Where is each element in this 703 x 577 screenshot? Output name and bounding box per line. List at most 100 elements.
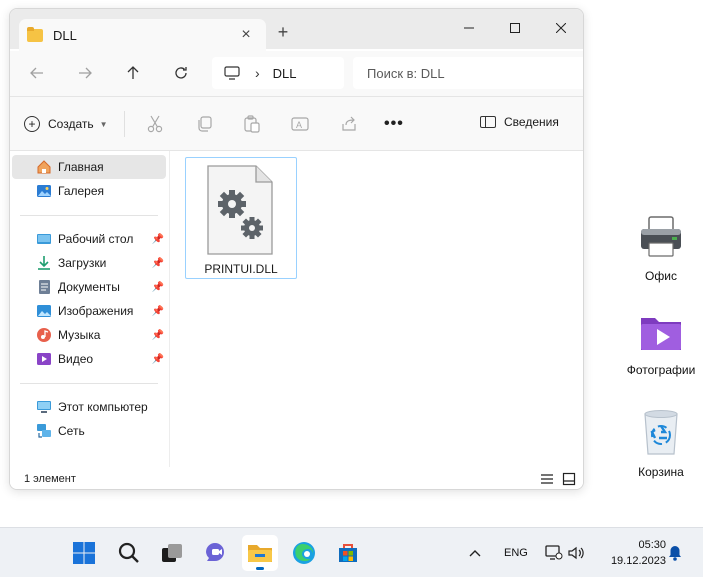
- language-indicator[interactable]: ENG: [504, 528, 528, 577]
- sidebar-item-label: Галерея: [58, 184, 105, 198]
- sidebar-item-label: Рабочий стол: [58, 232, 134, 246]
- sidebar-item-pictures[interactable]: Изображения 📌: [12, 299, 166, 323]
- details-button[interactable]: Сведения: [480, 115, 559, 129]
- edge-button[interactable]: [286, 535, 322, 571]
- pin-icon[interactable]: 📌: [152, 354, 164, 365]
- breadcrumb-segment[interactable]: DLL: [273, 66, 297, 81]
- tiles-view-icon[interactable]: [562, 472, 576, 486]
- time: 05:30: [638, 539, 666, 551]
- volume-status[interactable]: [568, 528, 584, 577]
- up-button[interactable]: [118, 61, 148, 85]
- network-status[interactable]: [545, 528, 563, 577]
- desktop-icon: [37, 234, 51, 244]
- sidebar-item-label: Видео: [58, 352, 94, 366]
- sidebar-divider: [20, 215, 158, 216]
- search-placeholder: Поиск в: DLL: [367, 65, 445, 81]
- task-view-button[interactable]: [154, 535, 190, 571]
- svg-text:A: A: [296, 120, 302, 130]
- forward-button[interactable]: [70, 61, 100, 85]
- sidebar-item-label: Изображения: [58, 304, 134, 318]
- pin-icon[interactable]: 📌: [152, 234, 164, 245]
- sidebar-item-downloads[interactable]: Загрузки 📌: [12, 251, 166, 275]
- printer-icon: [641, 216, 681, 257]
- network-icon: [37, 424, 51, 438]
- breadcrumb[interactable]: › DLL: [212, 57, 344, 89]
- store-button[interactable]: [330, 535, 366, 571]
- sidebar-item-gallery[interactable]: Галерея: [12, 179, 166, 203]
- sidebar-item-label: Главная: [58, 160, 104, 174]
- file-item[interactable]: PRINTUI.DLL: [185, 157, 297, 279]
- sidebar-item-desktop[interactable]: Рабочий стол 📌: [12, 227, 166, 251]
- sidebar-item-this-pc[interactable]: Этот компьютер: [12, 395, 166, 419]
- file-list-area[interactable]: PRINTUI.DLL: [171, 151, 583, 467]
- search-icon: [118, 542, 139, 563]
- sidebar-item-label: Этот компьютер: [58, 400, 148, 414]
- file-name: PRINTUI.DLL: [204, 262, 278, 276]
- speaker-icon: [568, 546, 584, 560]
- arrow-right-icon: [79, 67, 92, 79]
- chat-button[interactable]: [198, 535, 234, 571]
- details-view-icon[interactable]: [540, 472, 554, 486]
- cut-icon: [147, 115, 163, 133]
- refresh-button[interactable]: [166, 61, 196, 85]
- desktop-shortcut-photos[interactable]: Фотографии: [621, 314, 701, 377]
- chat-icon: [206, 543, 224, 561]
- tab-close-icon[interactable]: ×: [236, 25, 256, 45]
- search-button[interactable]: [111, 535, 147, 571]
- file-explorer-window: DLL × + › DLL Поиск в: DLL + Создать ▼ A…: [9, 8, 584, 490]
- address-bar: › DLL Поиск в: DLL: [10, 51, 583, 97]
- search-input[interactable]: Поиск в: DLL: [353, 57, 583, 89]
- rename-button[interactable]: A: [290, 114, 310, 134]
- tab-dll[interactable]: DLL ×: [19, 19, 266, 51]
- download-icon: [38, 256, 50, 270]
- start-button[interactable]: [66, 535, 102, 571]
- pin-icon[interactable]: 📌: [152, 306, 164, 317]
- bell-icon: [669, 546, 681, 561]
- minimize-button[interactable]: [446, 13, 492, 43]
- desktop-shortcut-office[interactable]: Офис: [621, 214, 701, 283]
- pin-icon[interactable]: 📌: [152, 258, 164, 269]
- show-hidden-icons-button[interactable]: [468, 528, 482, 577]
- dll-file-icon: [207, 165, 273, 255]
- active-indicator: [256, 567, 264, 570]
- sidebar-divider: [20, 383, 158, 384]
- pin-icon[interactable]: 📌: [152, 330, 164, 341]
- pin-icon[interactable]: 📌: [152, 282, 164, 293]
- file-explorer-taskbar-button[interactable]: [242, 535, 278, 571]
- sidebar-item-label: Загрузки: [58, 256, 107, 270]
- sidebar-item-home[interactable]: Главная: [12, 155, 166, 179]
- sidebar-item-network[interactable]: Сеть: [12, 419, 166, 443]
- cut-button[interactable]: [145, 114, 165, 134]
- shortcut-label: Фотографии: [626, 363, 696, 377]
- sidebar-item-label: Сеть: [58, 424, 85, 438]
- maximize-button[interactable]: [492, 13, 538, 43]
- windows-logo-icon: [73, 542, 95, 564]
- sidebar-item-documents[interactable]: Документы 📌: [12, 275, 166, 299]
- documents-icon: [39, 280, 50, 294]
- copy-icon: [198, 116, 212, 132]
- taskbar: ENG 05:30 19.12.2023: [0, 527, 703, 577]
- sidebar-item-videos[interactable]: Видео 📌: [12, 347, 166, 371]
- computer-icon: [224, 66, 240, 80]
- title-bar: DLL × +: [10, 9, 583, 51]
- sidebar-item-label: Музыка: [58, 328, 101, 342]
- close-button[interactable]: [538, 13, 583, 43]
- create-button[interactable]: + Создать ▼: [24, 113, 108, 135]
- notifications-button[interactable]: [668, 528, 682, 577]
- sidebar-item-label: Документы: [58, 280, 120, 294]
- new-tab-button[interactable]: +: [272, 22, 294, 42]
- desktop-shortcut-recycle-bin[interactable]: Корзина: [621, 408, 701, 479]
- refresh-icon: [175, 67, 187, 79]
- item-count: 1 элемент: [24, 473, 76, 485]
- copy-button[interactable]: [194, 114, 214, 134]
- paste-button[interactable]: [242, 114, 262, 134]
- more-options-button[interactable]: •••: [384, 115, 404, 133]
- task-view-icon: [162, 544, 182, 562]
- back-button[interactable]: [22, 61, 52, 85]
- home-icon: [37, 160, 51, 174]
- language-label: ENG: [504, 547, 528, 559]
- details-label: Сведения: [504, 115, 559, 129]
- sidebar-item-music[interactable]: Музыка 📌: [12, 323, 166, 347]
- share-button[interactable]: [339, 114, 359, 134]
- clock[interactable]: 05:30 19.12.2023: [596, 537, 666, 569]
